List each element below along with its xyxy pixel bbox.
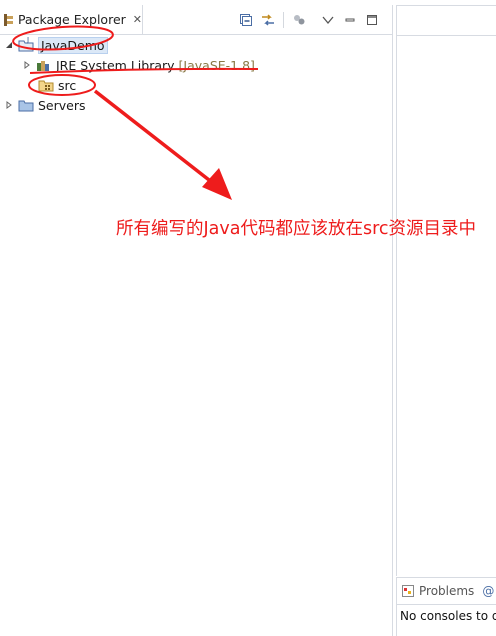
tree-item-src[interactable]: src (34, 75, 76, 95)
tree-item-javademo[interactable]: J JavaDemo (4, 35, 108, 55)
package-explorer-header: Package Explorer ✕ (0, 5, 392, 35)
minimize-icon[interactable] (341, 11, 359, 29)
tree-item-label: Servers (38, 97, 86, 113)
tree-item-servers[interactable]: Servers (4, 95, 86, 115)
annotation-text: 所有编写的Java代码都应该放在src资源目录中 (116, 219, 477, 239)
javadoc-icon: @ (482, 584, 495, 598)
bottom-tab-strip: Problems @ (397, 578, 496, 605)
bottom-panel: Problems @ No consoles to d (396, 577, 496, 636)
tree-item-label: src (58, 77, 77, 93)
toolbar-separator (283, 12, 284, 28)
view-toolbar (0, 11, 392, 29)
folder-icon (18, 97, 34, 113)
collapsed-twisty-icon[interactable] (4, 100, 14, 110)
java-project-icon: J (18, 37, 34, 53)
collapse-all-icon[interactable] (237, 11, 255, 29)
tab-problems[interactable]: Problems (401, 584, 474, 598)
tree-item-label: JRE System Library (56, 57, 175, 73)
svg-text:J: J (26, 37, 29, 44)
filters-icon[interactable] (290, 11, 308, 29)
library-icon (36, 57, 52, 73)
tree-item-jre-system-library[interactable]: JRE System Library [JavaSE-1.8] (22, 55, 255, 75)
eclipse-workbench: Package Explorer ✕ J JavaDemo JRE System… (0, 0, 496, 636)
tab-javadoc[interactable]: @ (482, 584, 494, 598)
editor-area (396, 5, 496, 576)
tab-problems-label: Problems (419, 584, 475, 598)
collapsed-twisty-icon[interactable] (22, 60, 32, 70)
link-with-editor-icon[interactable] (259, 11, 277, 29)
maximize-icon[interactable] (363, 11, 381, 29)
tree-item-label: JavaDemo (38, 36, 108, 54)
expanded-twisty-icon[interactable] (4, 40, 14, 50)
view-menu-icon[interactable] (319, 11, 337, 29)
jre-version-decoration: [JavaSE-1.8] (178, 57, 255, 73)
problems-icon (401, 584, 415, 598)
package-explorer-view: Package Explorer ✕ J JavaDemo JRE System… (0, 5, 393, 636)
console-message: No consoles to d (400, 609, 496, 623)
source-folder-icon (38, 77, 54, 93)
editor-tab-strip (397, 6, 496, 36)
